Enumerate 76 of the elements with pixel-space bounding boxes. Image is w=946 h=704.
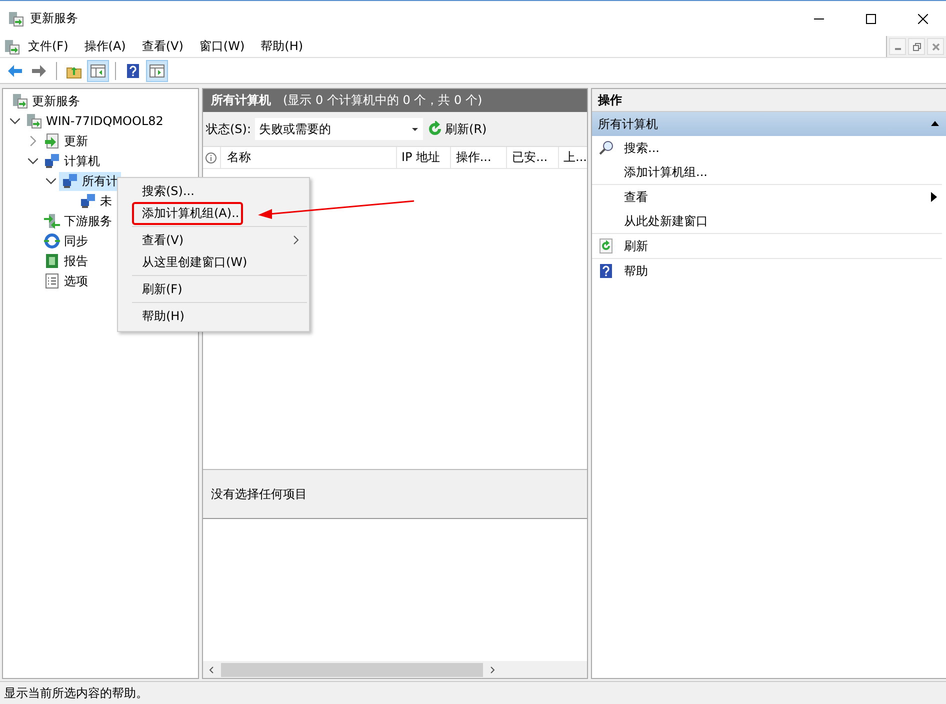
forward-icon [31,62,47,78]
monitors-icon [62,173,78,189]
list-icon [44,273,60,289]
tree-item[interactable]: 更新服务 [9,92,83,110]
horizontal-scrollbar[interactable] [203,661,587,678]
pane-button[interactable] [87,60,109,82]
book-icon [44,253,60,269]
refresh-icon [598,238,614,254]
menu-item[interactable]: 刷新(F) [132,278,307,300]
panel-title: 所有计算机 [211,92,271,109]
server-icon [8,10,24,26]
column-header[interactable]: IP 地址 [396,147,451,168]
submenu-arrow-icon [930,192,938,202]
tree-item[interactable]: 所有计 [59,172,121,190]
menu-item[interactable]: 搜索(S)... [132,180,307,202]
sync-icon [44,233,60,249]
tree-item[interactable]: 报告 [41,252,91,270]
menu-item[interactable]: 查看(V) [134,38,192,55]
pane-icon [149,62,165,78]
caret-icon [411,125,420,133]
detail-text: 没有选择任何项目 [211,486,307,502]
column-header[interactable] [203,147,221,168]
column-header[interactable]: 操作... [450,147,508,168]
action-link[interactable]: 刷新 [624,238,648,254]
menu-item[interactable]: 从这里创建窗口(W) [132,251,307,273]
refresh-icon [427,121,444,137]
menu-item[interactable]: 窗口(W) [191,38,253,55]
column-header[interactable]: 上... [558,147,587,168]
action-link[interactable]: 查看 [624,188,648,206]
menu-item[interactable]: 帮助(H) [132,305,307,327]
tree-item[interactable]: 选项 [41,272,91,290]
close-button[interactable] [927,38,944,55]
section-header[interactable]: 所有计算机 [592,112,946,136]
pane-button[interactable] [146,60,168,82]
collapse-icon[interactable] [930,119,940,129]
pane-icon [90,62,106,78]
minimize-button[interactable] [889,38,906,55]
column-header[interactable]: 名称 [220,147,396,168]
column-header[interactable]: 已安... [507,147,559,168]
restore-icon [912,42,922,52]
tree-item[interactable]: 未 [77,192,115,210]
monitors-icon [44,153,60,169]
help-icon [598,263,614,279]
server-icon [26,113,42,129]
tree-item[interactable]: 下游服务 [41,212,115,230]
restore-button[interactable] [908,38,925,55]
actions-header: 操作 [592,89,946,112]
back-icon [7,62,23,78]
tree-item[interactable]: 同步 [41,232,91,250]
info-icon [205,152,217,164]
menu-item[interactable]: 文件(F) [20,38,76,55]
server-icon [4,38,20,54]
arrows-icon [44,213,60,229]
monitors-icon [80,193,96,209]
action-link[interactable]: 帮助 [624,262,648,280]
action-link[interactable]: 从此处新建窗口 [624,212,708,230]
menu-item[interactable]: 操作(A) [76,38,134,55]
menu-item[interactable]: 帮助(H) [252,38,312,55]
status-dropdown[interactable]: 失败或需要的 [255,118,424,140]
tree-item[interactable]: WIN-77IDQMOOL82 [23,112,166,130]
action-link[interactable]: 搜索... [624,140,660,156]
window-title: 更新服务 [30,10,78,27]
action-link[interactable]: 添加计算机组... [624,164,708,180]
tree-item[interactable]: 更新 [41,132,91,150]
menu-item[interactable]: 查看(V) [132,229,307,251]
filter-label: 状态(S): [206,120,252,138]
search-icon [598,140,614,156]
close-icon [918,14,928,24]
close-icon [930,42,940,52]
tree-item[interactable]: 计算机 [41,152,103,170]
help-icon [125,62,141,78]
maximize-icon [866,14,876,24]
status-bar: 显示当前所选内容的帮助。 [0,681,946,704]
panel-summary: (显示 0 个计算机中的 0 个，共 0 个) [283,92,482,109]
refresh-button[interactable]: 刷新(R) [427,120,487,138]
server-icon [12,93,28,109]
